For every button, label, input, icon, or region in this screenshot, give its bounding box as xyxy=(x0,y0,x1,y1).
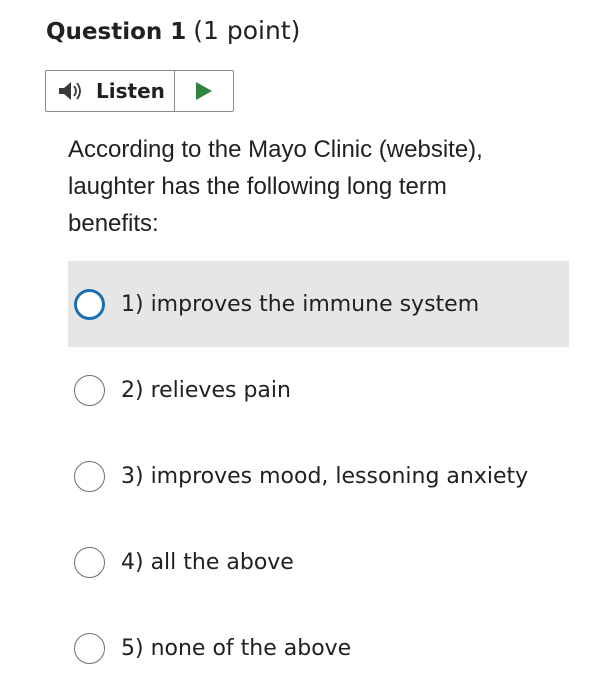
question-points: (1 point) xyxy=(193,16,301,45)
question-header: Question 1 (1 point) xyxy=(46,16,300,56)
option-3[interactable]: 3) improves mood, lessoning anxiety xyxy=(68,433,569,519)
option-1-radio[interactable] xyxy=(74,288,105,320)
answer-options: 1) improves the immune system 2) relieve… xyxy=(68,261,569,691)
option-5[interactable]: 5) none of the above xyxy=(68,605,569,691)
option-2-radio[interactable] xyxy=(74,374,105,406)
option-2[interactable]: 2) relieves pain xyxy=(68,347,569,433)
question-text: According to the Mayo Clinic (website), … xyxy=(68,136,483,237)
question-title: Question 1 xyxy=(46,19,187,45)
option-3-label: 3) improves mood, lessoning anxiety xyxy=(121,463,529,489)
option-4-label: 4) all the above xyxy=(121,549,294,575)
play-button[interactable] xyxy=(175,71,233,111)
option-3-radio[interactable] xyxy=(74,460,105,492)
option-2-label: 2) relieves pain xyxy=(121,377,291,403)
option-1-label: 1) improves the immune system xyxy=(121,291,480,317)
listen-label: Listen xyxy=(96,79,165,103)
listen-button[interactable]: Listen xyxy=(46,71,175,111)
play-icon xyxy=(196,82,212,100)
option-1[interactable]: 1) improves the immune system xyxy=(68,261,569,347)
option-4[interactable]: 4) all the above xyxy=(68,519,569,605)
option-4-radio[interactable] xyxy=(74,546,105,578)
read-aloud-widget: Listen xyxy=(45,70,234,112)
option-5-radio[interactable] xyxy=(74,632,105,664)
speaker-icon xyxy=(57,80,85,102)
option-5-label: 5) none of the above xyxy=(121,635,352,661)
